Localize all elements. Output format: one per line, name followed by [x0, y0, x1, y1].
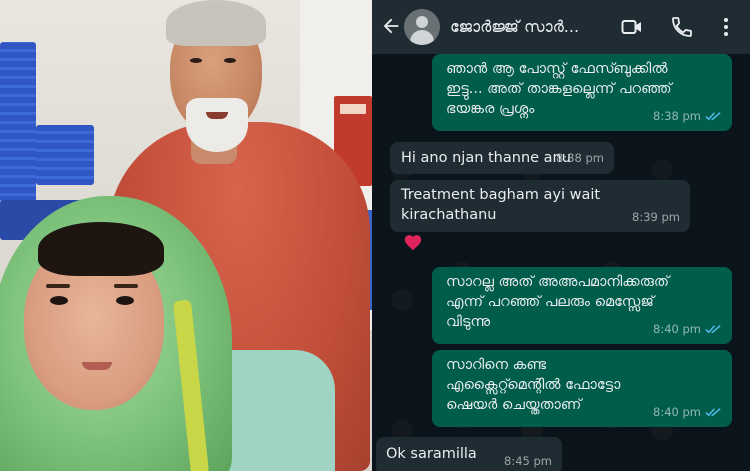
back-arrow-icon[interactable]: [380, 14, 402, 38]
message-time: 8:45 pm: [504, 454, 552, 468]
selfie-photo: [0, 0, 372, 471]
voice-call-icon[interactable]: [670, 15, 694, 39]
heart-icon: [404, 235, 422, 251]
message-bubble-incoming[interactable]: Treatment bagham ayi wait kirachathanu 8…: [390, 180, 690, 232]
woman-eye-right: [116, 296, 134, 305]
read-double-tick-icon: [705, 408, 721, 417]
message-bubble-incoming[interactable]: Hi ano njan thanne anu 8:38 pm: [390, 142, 614, 174]
more-vert-icon[interactable]: [714, 15, 738, 39]
message-time: 8:38 pm: [653, 109, 701, 123]
man-eye-right: [224, 58, 236, 63]
read-double-tick-icon: [705, 112, 721, 121]
avatar-head: [416, 16, 428, 28]
message-time: 8:40 pm: [653, 322, 701, 336]
message-bubble-outgoing[interactable]: സാറിനെ കണ്ട എക്സൈറ്റ്മെന്റിൽ ഫോട്ടോ ഷെയർ…: [432, 350, 732, 427]
blue-crate: [36, 125, 94, 185]
blue-crate-stack: [0, 42, 36, 202]
man-eye-left: [190, 58, 202, 63]
message-time: 8:38 pm: [556, 151, 604, 165]
message-bubble-outgoing[interactable]: സാറല്ല അത് അഅപമാനിക്കരുത് എന്ന് പറഞ്ഞ് പ…: [432, 267, 732, 344]
message-meta: 8:40 pm: [653, 402, 722, 422]
message-meta: 8:39 pm: [632, 207, 680, 227]
message-meta: 8:38 pm: [653, 106, 722, 126]
message-time: 8:40 pm: [653, 405, 701, 419]
chat-panel: ജോർജ്ജ് സാർ... ഞാൻ ആ പോസ്റ്റ് ഫേസ്ബുക്കി…: [372, 0, 750, 471]
woman-eye-left: [50, 296, 68, 305]
man-mouth: [206, 112, 228, 119]
message-meta: 8:40 pm: [653, 319, 722, 339]
message-meta: 8:38 pm: [556, 148, 604, 168]
message-time: 8:39 pm: [632, 210, 680, 224]
read-double-tick-icon: [705, 325, 721, 334]
woman-mouth: [82, 362, 112, 370]
man-beard: [186, 98, 248, 152]
message-bubble-outgoing[interactable]: ഞാൻ ആ പോസ്റ്റ് ഫേസ്ബുക്കിൽ ഇട്ടു... അത് …: [432, 54, 732, 131]
message-meta: 8:45 pm: [504, 451, 552, 471]
chat-header: ജോർജ്ജ് സാർ...: [372, 0, 750, 54]
woman-brow-right: [114, 284, 138, 288]
avatar-body: [410, 30, 434, 45]
poster-label: [340, 104, 366, 114]
woman-brow-left: [46, 284, 70, 288]
woman-hair: [38, 222, 164, 276]
message-bubble-incoming[interactable]: Ok saramilla 8:45 pm: [376, 437, 562, 471]
man-hair: [166, 0, 266, 46]
heart-reaction[interactable]: [396, 228, 430, 256]
video-call-icon[interactable]: [620, 15, 644, 39]
contact-avatar[interactable]: [404, 9, 440, 45]
contact-name[interactable]: ജോർജ്ജ് സാർ...: [450, 14, 600, 40]
